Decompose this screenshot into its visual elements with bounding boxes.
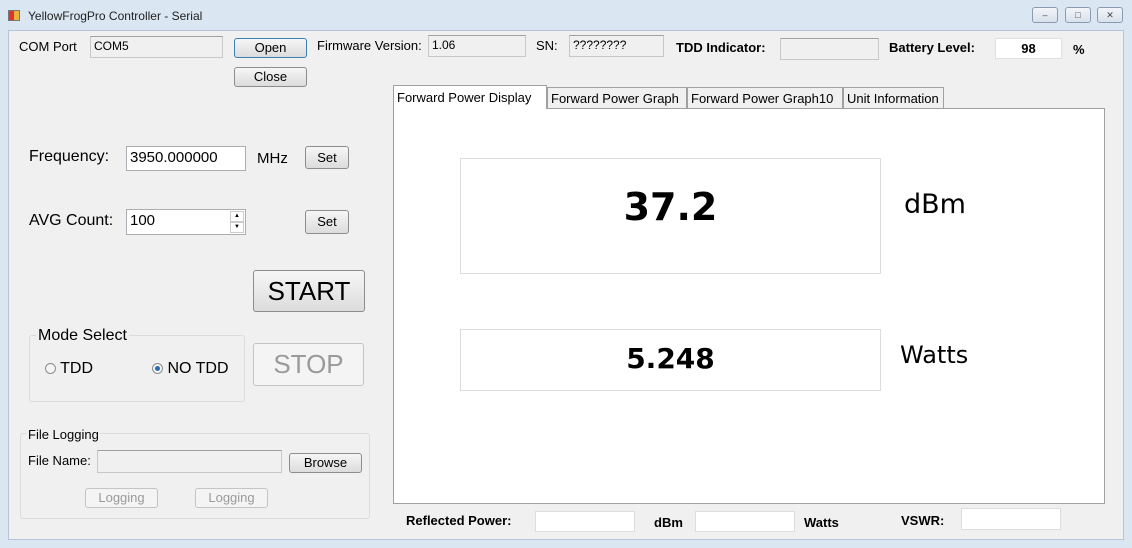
- battery-level-label: Battery Level:: [889, 40, 975, 55]
- set-avg-button[interactable]: Set: [305, 210, 349, 234]
- logging-button-2[interactable]: Logging: [195, 488, 268, 508]
- watts-value: 5.248: [626, 342, 715, 375]
- sn-field: ????????: [569, 35, 664, 57]
- tab-unit-information[interactable]: Unit Information: [843, 87, 944, 108]
- frequency-input[interactable]: 3950.000000: [126, 146, 246, 171]
- tdd-indicator-label: TDD Indicator:: [676, 40, 766, 55]
- stop-button[interactable]: STOP: [253, 343, 364, 386]
- file-logging-title: File Logging: [27, 427, 100, 442]
- reflected-watts-unit: Watts: [804, 515, 839, 530]
- firmware-field: 1.06: [428, 35, 526, 57]
- dbm-display-box: 37.2: [460, 158, 881, 274]
- watts-display-box: 5.248: [460, 329, 881, 391]
- radio-tdd-icon[interactable]: [45, 363, 56, 375]
- tab-forward-power-graph10[interactable]: Forward Power Graph10: [687, 87, 843, 108]
- battery-level-field: 98: [995, 38, 1062, 59]
- radio-no-tdd-icon[interactable]: [152, 363, 163, 375]
- browse-button[interactable]: Browse: [289, 453, 362, 473]
- radio-no-tdd[interactable]: NO TDD: [152, 360, 229, 378]
- reflected-dbm-unit: dBm: [654, 515, 683, 530]
- spin-down-icon[interactable]: ▼: [230, 222, 244, 233]
- close-port-button[interactable]: Close: [234, 67, 307, 87]
- dbm-unit: dBm: [904, 189, 966, 220]
- maximize-button[interactable]: □: [1065, 7, 1091, 23]
- avg-count-spinner[interactable]: 100 ▲ ▼: [126, 209, 246, 235]
- reflected-power-label: Reflected Power:: [406, 513, 512, 528]
- mode-select-title: Mode Select: [36, 327, 129, 345]
- app-icon: [8, 10, 20, 21]
- radio-tdd[interactable]: TDD: [45, 360, 93, 378]
- avg-count-label: AVG Count:: [29, 212, 114, 229]
- vswr-field: [961, 508, 1061, 530]
- tab-forward-power-graph[interactable]: Forward Power Graph: [547, 87, 687, 108]
- file-name-field[interactable]: [97, 450, 282, 473]
- reflected-dbm-field: [535, 511, 635, 532]
- start-button[interactable]: START: [253, 270, 365, 312]
- close-button[interactable]: ✕: [1097, 7, 1123, 23]
- radio-tdd-label: TDD: [60, 360, 94, 377]
- file-name-label: File Name:: [28, 453, 91, 468]
- tab-forward-power-display[interactable]: Forward Power Display: [393, 85, 547, 109]
- reflected-watts-field: [695, 511, 795, 532]
- window-title: YellowFrogPro Controller - Serial: [28, 9, 203, 23]
- radio-no-tdd-label: NO TDD: [167, 360, 229, 377]
- com-port-label: COM Port: [19, 39, 77, 54]
- sn-label: SN:: [536, 38, 558, 53]
- frequency-label: Frequency:: [29, 148, 110, 165]
- battery-unit: %: [1073, 42, 1085, 57]
- avg-count-value: 100: [130, 212, 156, 229]
- frequency-unit: MHz: [257, 150, 288, 167]
- open-button[interactable]: Open: [234, 38, 307, 58]
- com-port-field[interactable]: COM5: [90, 36, 223, 58]
- spin-up-icon[interactable]: ▲: [230, 211, 244, 222]
- watts-unit: Watts: [900, 341, 969, 369]
- dbm-value: 37.2: [623, 185, 718, 229]
- tdd-indicator-field: [780, 38, 879, 60]
- minimize-button[interactable]: ‒: [1032, 7, 1058, 23]
- vswr-label: VSWR:: [901, 513, 945, 528]
- firmware-label: Firmware Version:: [317, 38, 422, 53]
- logging-button-1[interactable]: Logging: [85, 488, 158, 508]
- set-frequency-button[interactable]: Set: [305, 146, 349, 169]
